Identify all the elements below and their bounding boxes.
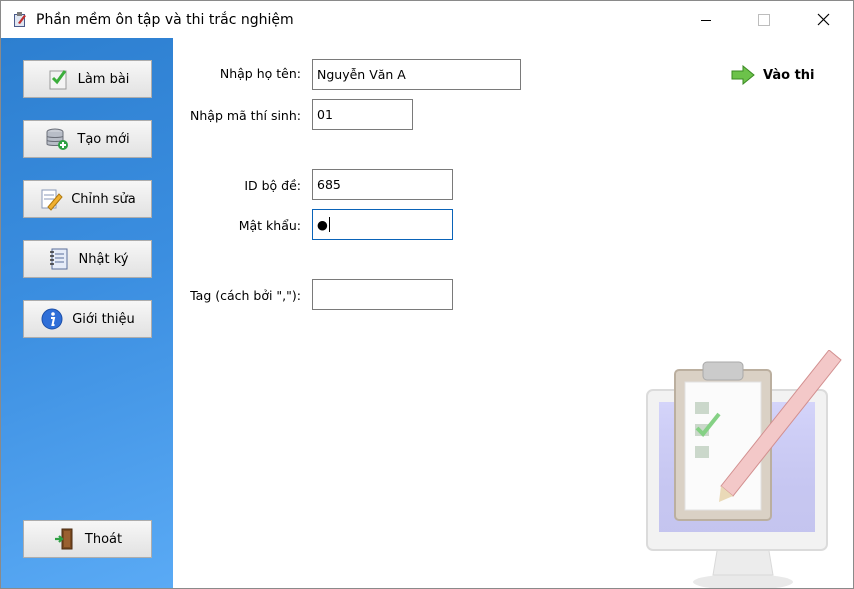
start-exam-button[interactable]: Vào thi (731, 64, 815, 86)
arrow-right-icon (731, 65, 755, 85)
set-id-field[interactable]: 685 (312, 169, 453, 200)
sidebar-item-gioi-thieu[interactable]: Giới thiệu (23, 300, 152, 338)
close-icon (817, 13, 829, 26)
main-panel: Nhập họ tên: Nguyễn Văn A Nhập mã thí si… (173, 38, 853, 588)
exam-illustration (646, 350, 842, 588)
close-button[interactable] (800, 1, 846, 38)
info-icon (41, 308, 63, 330)
password-field-value: ● (317, 217, 328, 232)
app-icon (14, 12, 26, 27)
sidebar-item-label: Nhật ký (78, 251, 129, 267)
exit-door-icon (54, 528, 73, 550)
text-caret (328, 217, 330, 232)
title-bar[interactable]: Phần mềm ôn tập và thi trắc nghiệm (1, 1, 853, 38)
minimize-button[interactable] (683, 1, 729, 38)
edit-doc-icon (41, 189, 63, 211)
exit-button-label: Thoát (84, 531, 123, 547)
sidebar-item-label: Giới thiệu (72, 311, 135, 327)
notebook-icon (49, 248, 68, 270)
checkmark-doc-icon (49, 70, 67, 90)
set-id-label: ID bộ đề: (244, 178, 301, 193)
database-add-icon (46, 128, 69, 150)
sidebar-item-label: Chỉnh sửa (71, 191, 136, 207)
candidate-id-label: Nhập mã thí sinh: (190, 108, 301, 123)
name-field[interactable]: Nguyễn Văn A (312, 59, 521, 90)
tags-field[interactable] (312, 279, 453, 310)
candidate-id-field-value: 01 (317, 107, 333, 122)
password-field[interactable]: ● (312, 209, 453, 240)
sidebar-item-nhat-ky[interactable]: Nhật ký (23, 240, 152, 278)
password-label: Mật khẩu: (238, 218, 301, 233)
candidate-id-field[interactable]: 01 (312, 99, 413, 130)
sidebar-item-tao-moi[interactable]: Tạo mới (23, 120, 152, 158)
name-label: Nhập họ tên: (219, 66, 301, 81)
minimize-icon (701, 19, 711, 21)
maximize-icon (758, 13, 770, 26)
app-window: Phần mềm ôn tập và thi trắc nghiệm Làm b… (0, 0, 854, 589)
window-title: Phần mềm ôn tập và thi trắc nghiệm (36, 12, 294, 28)
maximize-button[interactable] (741, 1, 787, 38)
name-field-value: Nguyễn Văn A (317, 67, 406, 82)
start-exam-label: Vào thi (763, 67, 815, 83)
sidebar-item-label: Tạo mới (77, 131, 130, 147)
set-id-field-value: 685 (317, 177, 341, 192)
tags-label: Tag (cách bởi ","): (190, 288, 301, 303)
exit-button[interactable]: Thoát (23, 520, 152, 558)
